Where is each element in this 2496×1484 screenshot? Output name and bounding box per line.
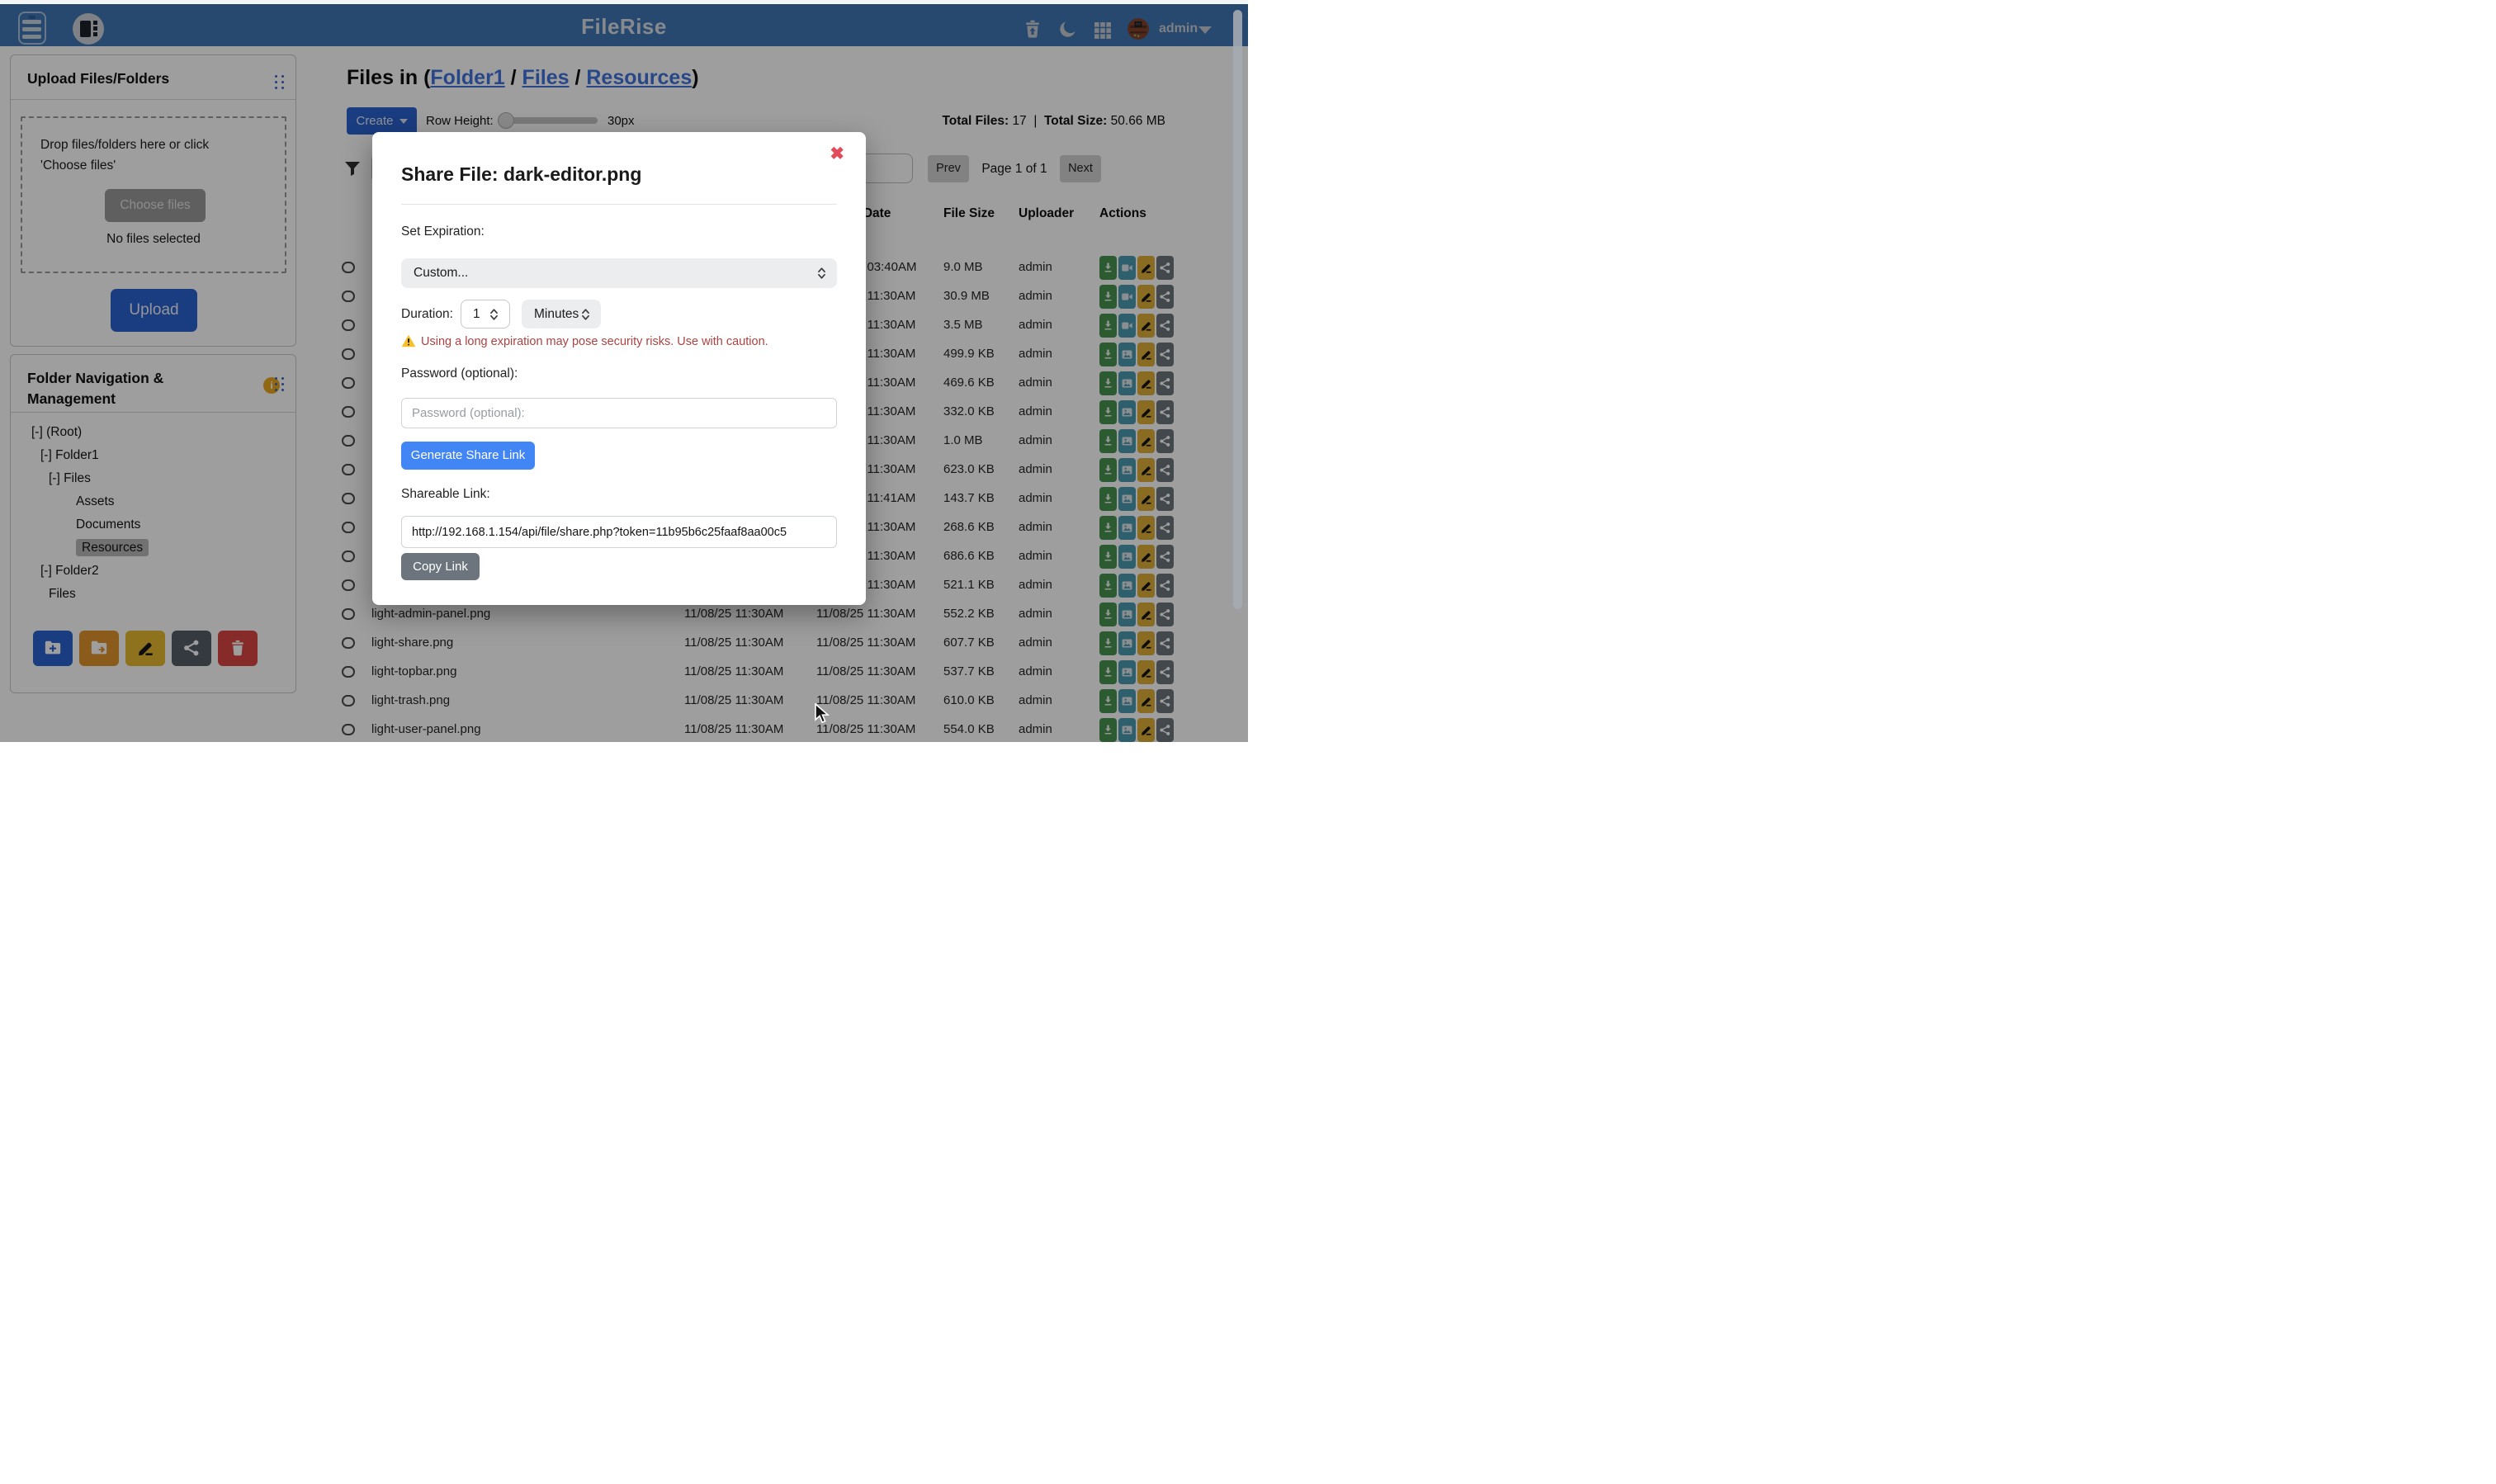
expiration-warning: Using a long expiration may pose securit… <box>401 334 768 349</box>
copy-link-button[interactable]: Copy Link <box>401 553 480 580</box>
mouse-cursor <box>813 703 831 725</box>
share-file-modal: ✖ Share File: dark-editor.png Set Expira… <box>372 132 866 605</box>
scrollbar[interactable] <box>1233 10 1242 609</box>
modal-title: Share File: dark-editor.png <box>401 163 641 186</box>
warning-triangle-icon <box>401 334 416 347</box>
select-chevrons-icon <box>580 308 591 321</box>
window-top-strip <box>0 0 1248 4</box>
expiration-select[interactable]: Custom... <box>401 258 837 288</box>
select-chevrons-icon <box>816 267 827 280</box>
duration-label: Duration: <box>401 307 453 322</box>
duration-unit-select[interactable]: Minutes <box>522 300 601 328</box>
expiration-label: Set Expiration: <box>401 224 485 239</box>
stepper-chevrons-icon[interactable] <box>489 308 499 321</box>
close-icon[interactable]: ✖ <box>830 145 844 163</box>
share-link-input[interactable] <box>401 516 837 548</box>
password-input[interactable] <box>401 398 837 428</box>
filerise-app: FileRise <box>0 0 1248 742</box>
password-label: Password (optional): <box>401 366 518 381</box>
shareable-link-label: Shareable Link: <box>401 487 490 502</box>
duration-stepper[interactable]: 1 <box>461 300 510 328</box>
generate-share-link-button[interactable]: Generate Share Link <box>401 442 535 470</box>
